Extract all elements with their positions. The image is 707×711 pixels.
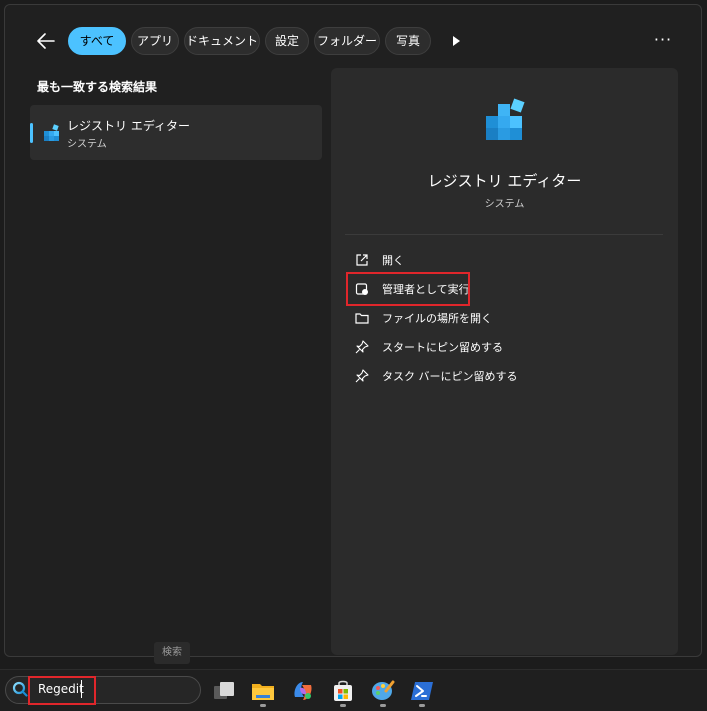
open-external-icon [354, 252, 370, 268]
detail-app-type: システム [484, 199, 525, 210]
filter-chip-settings[interactable]: 設定 [265, 27, 309, 55]
run-as-admin-highlight [346, 272, 470, 306]
pin-icon [354, 368, 370, 384]
action-label: 開く [382, 254, 404, 267]
microsoft-store-icon[interactable] [331, 679, 355, 703]
play-icon [453, 36, 460, 46]
action-label: ファイルの場所を開く [382, 312, 492, 325]
running-indicator [340, 704, 346, 707]
action-label: スタートにピン留めする [382, 341, 503, 354]
action-label: タスク バーにピン留めする [382, 370, 518, 383]
copilot-icon[interactable] [291, 679, 315, 703]
powershell-icon[interactable] [410, 679, 434, 703]
search-input-highlight [28, 676, 96, 705]
filter-chip-documents[interactable]: ドキュメント [184, 27, 260, 55]
scroll-filters-button[interactable] [448, 33, 464, 49]
selection-indicator [30, 123, 33, 143]
divider [345, 234, 663, 235]
filter-chip-all[interactable]: すべて [68, 27, 126, 55]
filter-chip-apps[interactable]: アプリ [131, 27, 179, 55]
filter-chip-folders[interactable]: フォルダー [314, 27, 380, 55]
action-pin-to-taskbar[interactable]: タスク バーにピン留めする [354, 366, 518, 386]
best-match-result[interactable]: レジストリ エディター システム [30, 105, 322, 160]
pin-icon [354, 339, 370, 355]
detail-pane [331, 68, 678, 655]
file-explorer-icon[interactable] [251, 679, 275, 703]
search-tooltip: 検索 [154, 642, 190, 664]
result-name: レジストリ エディター [67, 119, 190, 133]
action-open[interactable]: 開く [354, 250, 404, 270]
registry-editor-icon [44, 124, 59, 141]
task-view-icon[interactable] [212, 679, 236, 703]
filter-chip-photos[interactable]: 写真 [385, 27, 431, 55]
folder-icon [354, 310, 370, 326]
action-pin-to-start[interactable]: スタートにピン留めする [354, 337, 503, 357]
result-type: システム [67, 139, 107, 150]
search-icon [12, 681, 28, 697]
more-options-button[interactable]: ··· [650, 30, 676, 52]
back-button[interactable] [33, 28, 59, 54]
arrow-left-icon [37, 33, 55, 49]
running-indicator [419, 704, 425, 707]
registry-editor-icon [486, 98, 525, 140]
paint-icon[interactable] [371, 679, 395, 703]
action-open-file-location[interactable]: ファイルの場所を開く [354, 308, 492, 328]
best-match-heading: 最も一致する検索結果 [37, 80, 158, 94]
detail-app-name: レジストリ エディター [427, 172, 582, 190]
running-indicator [260, 704, 266, 707]
running-indicator [380, 704, 386, 707]
